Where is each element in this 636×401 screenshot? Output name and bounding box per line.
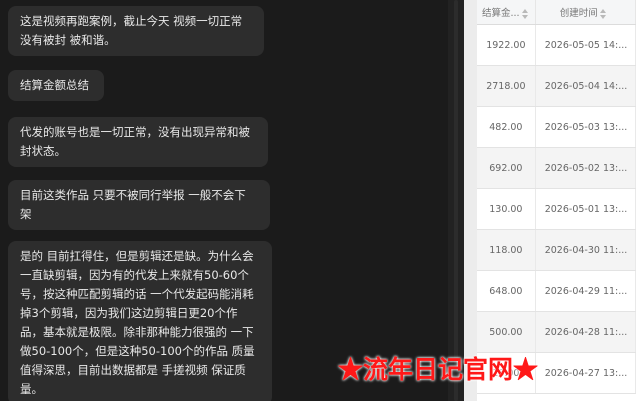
- table-row[interactable]: 482.00 2026-05-03 13:...: [477, 106, 636, 148]
- created-time-cell: 2026-05-01 13:...: [535, 188, 636, 230]
- amount-cell: 1922.00: [477, 24, 536, 66]
- table-row[interactable]: 118.00 2026-04-30 11:...: [477, 229, 636, 271]
- amount-cell: 2718.00: [477, 65, 536, 107]
- created-time-cell: 2026-05-04 14:...: [535, 65, 636, 107]
- chat-message: 代发的账号也是一切正常，没有出现异常和被 封状态。: [8, 117, 268, 167]
- chat-message: 这是视频再跑案例，截止今天 视频一切正常 没有被封 被和谐。: [8, 6, 264, 56]
- scrollbar[interactable]: [454, 0, 458, 401]
- message-line: 是的 目前扛得住，但是剪辑还是缺。为什么会: [20, 249, 254, 263]
- sort-icon[interactable]: [599, 8, 607, 19]
- table-row[interactable]: 500.00 2026-04-28 11:...: [477, 311, 636, 353]
- created-time-cell: 2026-04-30 11:...: [535, 229, 636, 271]
- table-row[interactable]: 130.00 2026-05-01 13:...: [477, 188, 636, 230]
- message-line: 架: [20, 207, 32, 221]
- message-line: 一直缺剪辑，因为有的代发上来就有50-60个: [20, 268, 249, 282]
- table-row[interactable]: 648.00 2026-04-29 11:...: [477, 270, 636, 312]
- column-header-label: 创建时间: [559, 8, 598, 19]
- table-header-row: 结算金... 创建时间: [477, 0, 636, 25]
- created-time-cell: 2026-05-02 13:...: [535, 147, 636, 189]
- message-line: 量。: [20, 382, 43, 396]
- message-line: 结算金额总结: [20, 78, 89, 92]
- chat-message: 目前这类作品 只要不被同行举报 一般不会下 架: [8, 180, 270, 230]
- amount-cell: 692.00: [477, 147, 536, 189]
- message-line: 这是视频再跑案例，截止今天 视频一切正常: [20, 14, 243, 28]
- table-left-edge: [464, 0, 477, 401]
- panel-divider: [448, 0, 464, 401]
- created-time-cell: 2026-05-05 14:...: [535, 24, 636, 66]
- message-line: 值得深思，目前出数据都是 手搓视频 保证质: [20, 363, 246, 377]
- settlement-table: 结算金... 创建时间 1922.00 2026-05-05 14:... 271…: [477, 0, 636, 394]
- table-row[interactable]: 1922.00 2026-05-05 14:...: [477, 24, 636, 66]
- chat-message: 是的 目前扛得住，但是剪辑还是缺。为什么会 一直缺剪辑，因为有的代发上来就有50…: [8, 241, 272, 401]
- message-line: 品，基本就是极限。除非那种能力很强的 一下: [20, 325, 254, 339]
- created-time-cell: 2026-04-29 11:...: [535, 270, 636, 312]
- amount-cell: 648.00: [477, 270, 536, 312]
- message-line: 目前这类作品 只要不被同行举报 一般不会下: [20, 188, 246, 202]
- message-line: 代发的账号也是一切正常，没有出现异常和被: [20, 125, 250, 139]
- amount-cell: 130.00: [477, 188, 536, 230]
- amount-cell: 500.00: [477, 311, 536, 353]
- table-row[interactable]: 2718.00 2026-05-04 14:...: [477, 65, 636, 107]
- sort-icon[interactable]: [521, 8, 529, 19]
- created-time-cell: 2026-04-27 13:...: [535, 352, 636, 394]
- message-line: 号，按这种匹配剪辑的话 一个代发起码能消耗: [20, 287, 254, 301]
- message-line: 掉3个剪辑，因为我们这边剪辑日更20个作: [20, 306, 238, 320]
- created-time-cell: 2026-05-03 13:...: [535, 106, 636, 148]
- created-time-cell: 2026-04-28 11:...: [535, 311, 636, 353]
- chat-message: 结算金额总结: [8, 70, 104, 101]
- column-header-amount[interactable]: 结算金...: [477, 0, 536, 25]
- message-line: 封状态。: [20, 144, 66, 158]
- amount-cell: 118.00: [477, 229, 536, 271]
- message-line: 没有被封 被和谐。: [20, 33, 116, 47]
- table-row[interactable]: 692.00 2026-05-02 13:...: [477, 147, 636, 189]
- column-header-created[interactable]: 创建时间: [535, 0, 636, 25]
- column-header-label: 结算金...: [482, 8, 520, 19]
- message-line: 做50-100个，但是这种50-100个的作品 质量: [20, 344, 255, 358]
- settlement-table-panel: 结算金... 创建时间 1922.00 2026-05-05 14:... 271…: [464, 0, 636, 401]
- amount-cell: 482.00: [477, 106, 536, 148]
- chat-panel: 这是视频再跑案例，截止今天 视频一切正常 没有被封 被和谐。 结算金额总结 代发…: [0, 0, 448, 401]
- watermark-text: ★流年日记官网★: [338, 355, 539, 384]
